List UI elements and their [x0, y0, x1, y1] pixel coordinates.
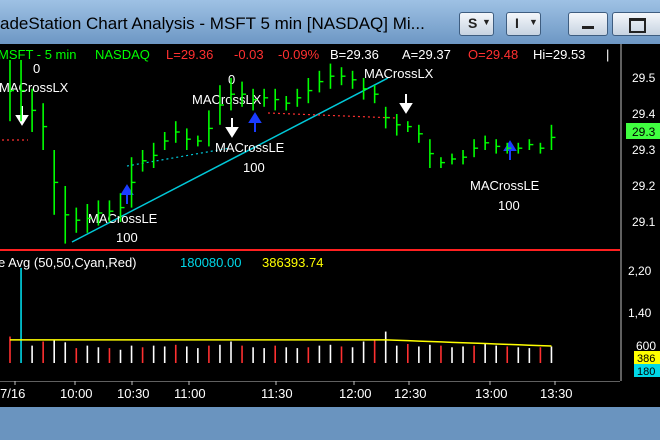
high-label: Hi=29.53 [533, 47, 585, 62]
bid-label: B=29.36 [330, 47, 379, 62]
le-qty-3: 100 [498, 198, 520, 213]
strategy-annotations: 0 MACrossLX 0 MACrossLX MACrossLX MACros… [0, 61, 540, 245]
price-tick: 29.1 [632, 215, 656, 229]
volume-cyan-value: 180080.00 [180, 255, 241, 270]
last-price-tag-text: 29.3 [632, 125, 656, 139]
chart-area[interactable]: MSFT - 5 min NASDAQ L=29.36 -0.03 -0.09%… [0, 44, 620, 381]
le-label-2: MACrossLE [215, 140, 285, 155]
i-button-label: I [515, 15, 519, 31]
ask-label: A=29.37 [402, 47, 451, 62]
volume-ticks: 2,20 1,40 600 [628, 264, 656, 353]
time-tick: 11:00 [174, 386, 206, 401]
volume-avg-tag-text: 386 [637, 353, 655, 365]
exchange-label: NASDAQ [95, 47, 150, 62]
chevron-down-icon: ▼ [482, 17, 491, 27]
price-tick: 29.2 [632, 179, 656, 193]
volume-average-line [10, 339, 552, 347]
price-ticks: 29.5 29.4 29.3 29.2 29.1 [632, 71, 656, 229]
lx-qty-1: 0 [33, 61, 40, 76]
time-tick: 7/16 [0, 386, 25, 401]
volume-tick: 1,40 [628, 306, 652, 320]
time-tick: 11:30 [261, 386, 293, 401]
price-tick: 29.5 [632, 71, 656, 85]
lx-label-3: MACrossLX [364, 66, 434, 81]
volume-yellow-value: 386393.74 [262, 255, 323, 270]
volume-bars[interactable] [9, 267, 553, 363]
minimize-icon [582, 26, 594, 29]
price-axis[interactable]: 29.5 29.4 29.3 29.2 29.1 29.3 2,20 1,40 … [620, 44, 660, 381]
exit-arrow-icon [225, 118, 239, 138]
time-tick: 10:00 [60, 386, 93, 401]
ma-dotted-red [267, 112, 397, 119]
le-qty-1: 100 [116, 230, 138, 245]
open-label: O=29.48 [468, 47, 518, 62]
volume-tag-text: 180 [637, 366, 655, 378]
title-bar[interactable]: adeStation Chart Analysis - MSFT 5 min [… [0, 0, 660, 44]
time-tick: 12:00 [339, 386, 372, 401]
volume-tick: 600 [636, 339, 656, 353]
s-button-label: S [468, 15, 478, 31]
time-tick: 13:00 [475, 386, 508, 401]
lx-label-2: MACrossLX [192, 92, 262, 107]
window-bottom-frame [0, 407, 660, 440]
le-qty-2: 100 [243, 160, 265, 175]
maximize-icon [629, 18, 646, 33]
header-overflow-mark: | [606, 47, 609, 62]
indicator-i-dropdown-button[interactable]: I ▼ [506, 12, 541, 36]
last-price-label: L=29.36 [166, 47, 213, 62]
exit-arrow-icon [15, 106, 29, 126]
entry-arrow-icon [120, 184, 134, 204]
entry-arrow-icon [248, 112, 262, 132]
exit-arrow-icon [399, 94, 413, 114]
strategy-s-dropdown-button[interactable]: S ▼ [459, 12, 494, 36]
window-title: adeStation Chart Analysis - MSFT 5 min [… [0, 14, 425, 33]
chevron-down-icon: ▼ [529, 17, 538, 27]
price-tick: 29.4 [632, 107, 656, 121]
price-tick: 29.3 [632, 143, 656, 157]
time-ticks: 7/16 10:00 10:30 11:00 11:30 12:00 12:30 13:00 1… [0, 381, 573, 401]
symbol-label: MSFT - 5 min [0, 47, 77, 62]
volume-tick: 2,20 [628, 264, 652, 278]
change-label: -0.03 [234, 47, 264, 62]
time-tick: 10:30 [117, 386, 150, 401]
le-label-3: MACrossLE [470, 178, 540, 193]
time-tick: 13:30 [540, 386, 573, 401]
change-pct-label: -0.09% [278, 47, 320, 62]
tradestation-window: adeStation Chart Analysis - MSFT 5 min [… [0, 0, 660, 440]
minimize-button[interactable] [568, 12, 608, 36]
volume-indicator-label: e Avg (50,50,Cyan,Red) [0, 255, 137, 270]
time-tick: 12:30 [394, 386, 427, 401]
time-axis[interactable]: 7/16 10:00 10:30 11:00 11:30 12:00 12:30 13:00 1… [0, 380, 660, 407]
maximize-button[interactable] [612, 12, 660, 36]
